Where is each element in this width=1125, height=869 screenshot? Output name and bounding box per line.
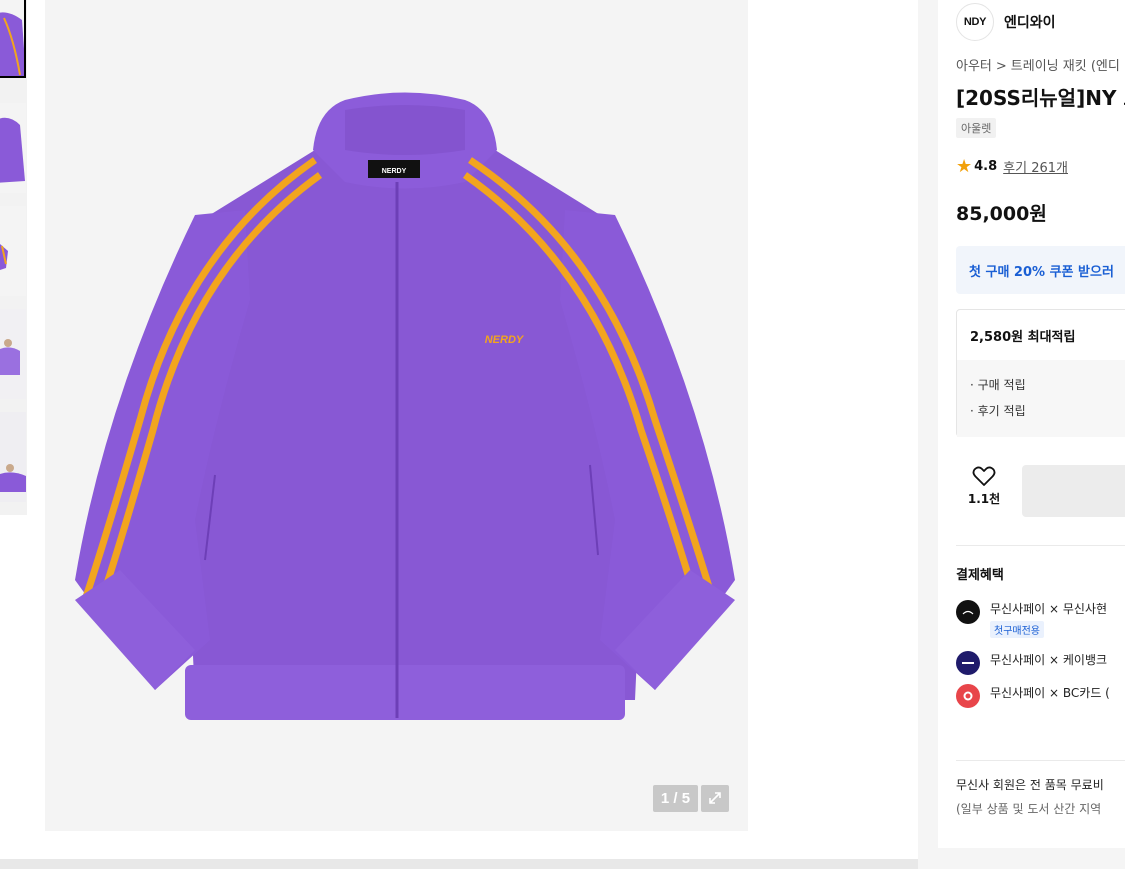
- breadcrumb-subcategory[interactable]: 트레이닝 재킷 (엔디: [1011, 59, 1120, 74]
- shipping-note: (일부 상품 및 도서 산간 지역: [956, 802, 1102, 816]
- benefit-text: 무신사페이 × 무신사현: [990, 602, 1108, 616]
- product-info-panel: NDY 엔디와이 아우터 > 트레이닝 재킷 (엔디 [20SS리뉴얼]NY 트 아…: [938, 0, 1125, 848]
- coupon-text: 첫 구매 20% 쿠폰 받으러: [969, 265, 1114, 280]
- card-logo-icon: [956, 600, 980, 624]
- breadcrumb: 아우터 > 트레이닝 재킷 (엔디: [956, 55, 1120, 74]
- chest-logo: NERDY: [485, 334, 525, 346]
- benefit-item[interactable]: 무신사페이 × 무신사현 첫구매전용: [956, 600, 1107, 638]
- thumbnail-4[interactable]: [0, 309, 26, 399]
- thumbnail-image: [0, 244, 8, 270]
- points-item-review: · 후기 적립: [970, 404, 1026, 418]
- brand-logo[interactable]: NDY: [956, 3, 994, 41]
- thumbnail-image: [0, 12, 24, 76]
- points-list: · 구매 적립 · 후기 적립: [957, 360, 1125, 437]
- points-header: 2,580원 최대적립: [970, 330, 1076, 345]
- product-title: [20SS리뉴얼]NY 트: [956, 86, 1125, 110]
- points-box: 2,580원 최대적립 · 구매 적립 · 후기 적립: [956, 309, 1125, 437]
- panel-gutter: [918, 0, 938, 869]
- image-counter: 1 / 5: [653, 785, 698, 812]
- price: 85,000원: [956, 203, 1047, 225]
- purchase-button[interactable]: [1022, 465, 1125, 517]
- thumbnail-image: [0, 309, 26, 399]
- horizontal-scrollbar[interactable]: [0, 859, 918, 869]
- shipping-info: 무신사 회원은 전 품목 무료비: [956, 778, 1104, 792]
- neck-label: NERDY: [382, 168, 407, 175]
- benefit-text: 무신사페이 × 케이뱅크: [990, 653, 1108, 667]
- heart-icon: [972, 466, 996, 486]
- expand-button[interactable]: [701, 785, 729, 812]
- benefit-item[interactable]: 무신사페이 × 케이뱅크: [956, 651, 1107, 675]
- like-count: 1.1천: [967, 492, 1001, 506]
- star-icon: ★: [956, 156, 973, 177]
- thumbnail-image: [0, 117, 25, 183]
- divider: [956, 760, 1125, 761]
- payment-benefits-title: 결제혜택: [956, 568, 1004, 583]
- thumbnail-3[interactable]: [0, 206, 26, 296]
- breadcrumb-category[interactable]: 아우터: [956, 59, 992, 74]
- rating-row: ★ 4.8 후기 261개: [956, 156, 1068, 177]
- reviews-link[interactable]: 후기 261개: [1003, 157, 1068, 176]
- panel-footer-gap: [938, 848, 1125, 869]
- divider: [956, 545, 1125, 546]
- brand-name[interactable]: 엔디와이: [1004, 12, 1056, 32]
- kbank-logo-icon: [956, 651, 980, 675]
- points-item-purchase: · 구매 적립: [970, 378, 1026, 392]
- expand-icon: [709, 792, 721, 804]
- breadcrumb-separator: >: [995, 59, 1007, 74]
- thumbnail-image: [0, 412, 26, 502]
- main-product-image[interactable]: NERDY NERDY 1 / 5: [45, 0, 748, 831]
- first-purchase-tag: 첫구매전용: [990, 621, 1044, 638]
- track-jacket-image: NERDY NERDY: [75, 92, 735, 720]
- benefit-item[interactable]: 무신사페이 × BC카드 (: [956, 684, 1110, 708]
- like-button[interactable]: 1.1천: [956, 465, 1012, 507]
- brand-row[interactable]: NDY 엔디와이: [956, 3, 1056, 41]
- bc-card-logo-icon: [956, 684, 980, 708]
- thumbnail-2[interactable]: [0, 103, 26, 193]
- outlet-badge: 아울렛: [956, 118, 997, 138]
- thumbnail-strip: [0, 0, 27, 515]
- thumbnail-1[interactable]: [0, 0, 26, 78]
- thumbnail-5[interactable]: [0, 412, 26, 502]
- benefit-text: 무신사페이 × BC카드 (: [990, 686, 1110, 700]
- first-purchase-coupon-banner[interactable]: 첫 구매 20% 쿠폰 받으러: [956, 246, 1125, 294]
- rating-score: 4.8: [974, 159, 998, 174]
